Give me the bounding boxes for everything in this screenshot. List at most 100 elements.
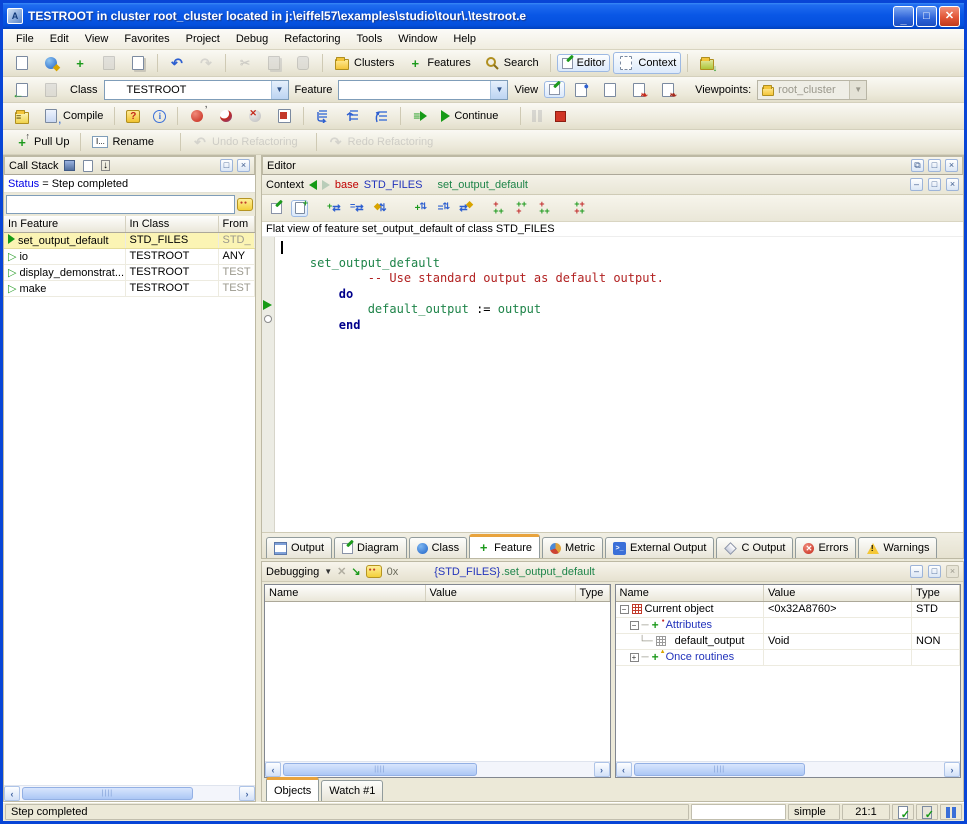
external-editor-button[interactable]: ↓ (694, 52, 720, 74)
object-row-current[interactable]: −Current object <0x32A8760> STD (616, 601, 960, 617)
tab-feature[interactable]: +Feature (469, 534, 540, 558)
view-interface-button[interactable]: ❧ (655, 79, 681, 101)
call-stack-hscrollbar[interactable]: ‹ › (4, 785, 255, 801)
rename-button[interactable]: I...Rename (87, 133, 159, 151)
viewpoints-combobox[interactable]: root_cluster ▼ (757, 80, 867, 100)
expand-icon[interactable]: + (630, 653, 639, 662)
watch-col-type[interactable]: Type (575, 585, 609, 601)
stack-row-current[interactable]: set_output_default STD_FILES STD_ (4, 232, 255, 248)
delete-watch-icon[interactable]: ✕ (337, 565, 346, 578)
tab-diagram[interactable]: Diagram (334, 537, 407, 558)
class-combo-arrow-icon[interactable]: ▼ (271, 81, 288, 99)
maximize-button[interactable]: □ (916, 6, 937, 27)
menu-favorites[interactable]: Favorites (117, 31, 176, 47)
send-to-editor-icon[interactable]: ↓ (99, 158, 113, 174)
save-button[interactable] (96, 52, 122, 74)
basic-text-view-icon[interactable] (268, 200, 285, 217)
show-callers-icon[interactable]: ⇅◆ (374, 200, 391, 217)
feature-combobox[interactable]: ▼ (338, 80, 508, 100)
menu-file[interactable]: File (9, 31, 41, 47)
descendants-icon[interactable]: +++ (513, 200, 530, 217)
pull-up-button[interactable]: +↑Pull Up (9, 131, 74, 153)
disable-breakpoints-button[interactable] (213, 105, 239, 127)
watch-hscrollbar[interactable]: ‹ › (265, 761, 610, 777)
context-toggle-button[interactable]: Context (613, 52, 681, 74)
crumb-feature[interactable]: set_output_default (437, 179, 528, 191)
context-minimize-button[interactable]: – (910, 178, 923, 191)
view-clickable-button[interactable]: ● (568, 79, 594, 101)
add-button[interactable]: + (67, 52, 93, 74)
step-out-button[interactable] (368, 105, 394, 127)
undo-button[interactable]: ↶ (164, 52, 190, 74)
breakpoint-window-button[interactable] (271, 105, 297, 127)
close-button[interactable]: ✕ (939, 6, 960, 27)
editor-toggle-button[interactable]: Editor (557, 54, 611, 72)
melt-button[interactable]: ? (121, 107, 145, 126)
context-forward-icon[interactable] (322, 180, 330, 190)
menu-refactoring[interactable]: Refactoring (277, 31, 347, 47)
call-stack-close-button[interactable]: × (237, 159, 250, 172)
show-callees-icon[interactable]: +⇅ (409, 200, 426, 217)
objects-hscrollbar[interactable]: ‹ › (616, 761, 961, 777)
crumb-base[interactable]: base (335, 179, 359, 191)
clusters-button[interactable]: Clusters (329, 52, 399, 74)
save-all-button[interactable] (125, 52, 151, 74)
show-assigners-icon[interactable]: =⇅ (432, 200, 449, 217)
scroll-right-icon[interactable]: › (239, 786, 255, 801)
editor-close-button[interactable]: × (945, 159, 958, 172)
show-clients-icon[interactable]: ⇄+ (328, 200, 345, 217)
ancestors-icon[interactable]: +++ (490, 200, 507, 217)
menu-tools[interactable]: Tools (350, 31, 390, 47)
tab-external-output[interactable]: >_External Output (605, 537, 714, 558)
menu-view[interactable]: View (78, 31, 116, 47)
menu-edit[interactable]: Edit (43, 31, 76, 47)
pause-button[interactable] (527, 107, 547, 125)
debugging-dropdown-icon[interactable]: ▼ (324, 567, 332, 576)
context-back-icon[interactable] (309, 180, 317, 190)
search-button[interactable]: Search (479, 52, 544, 74)
class-combobox[interactable]: TESTROOT ▼ (104, 80, 289, 100)
attach-icon[interactable]: ↘ (351, 565, 360, 578)
undo-refactoring-button[interactable]: ↶Undo Refactoring (187, 131, 303, 153)
remove-breakpoints-button[interactable]: ✕ (242, 105, 268, 127)
menu-window[interactable]: Window (391, 31, 444, 47)
hex-toggle[interactable]: 0x (387, 566, 399, 578)
save-stack-icon[interactable] (63, 158, 77, 174)
minimize-button[interactable]: _ (893, 6, 914, 27)
tab-errors[interactable]: ✕Errors (795, 537, 856, 558)
watch-col-value[interactable]: Value (425, 585, 575, 601)
menu-help[interactable]: Help (446, 31, 483, 47)
stack-filter-input[interactable] (6, 195, 235, 214)
view-contract-button[interactable]: ❧ (626, 79, 652, 101)
info-button[interactable]: i (148, 107, 171, 126)
feature-combo-arrow-icon[interactable]: ▼ (490, 81, 507, 99)
show-creators-icon[interactable]: ⇄◆ (455, 200, 472, 217)
collapse-icon[interactable]: − (620, 605, 629, 614)
tab-class[interactable]: Class (409, 537, 468, 558)
continue-button[interactable]: Continue (436, 107, 503, 125)
context-maximize-button[interactable]: □ (928, 178, 941, 191)
debugging-close-button[interactable]: × (946, 565, 959, 578)
col-from[interactable]: From (218, 216, 255, 232)
editor-gutter[interactable] (262, 237, 275, 532)
ancestor-tree-icon[interactable]: +++ (536, 200, 553, 217)
stack-row[interactable]: ▷io TESTROOT ANY (4, 248, 255, 264)
watch-rows-empty[interactable] (265, 602, 610, 762)
scroll-left-icon[interactable]: ‹ (616, 762, 632, 777)
debugging-maximize-button[interactable]: □ (928, 565, 941, 578)
editor-undock-button[interactable]: ⧉ (911, 159, 924, 172)
editor-maximize-button[interactable]: □ (928, 159, 941, 172)
new-document-button[interactable] (9, 52, 35, 74)
copy-stack-icon[interactable] (81, 158, 95, 174)
object-row-default-output[interactable]: └─default_output Void NON (616, 633, 960, 649)
history-back-button[interactable]: ← (9, 79, 35, 101)
menu-debug[interactable]: Debug (229, 31, 275, 47)
run-button[interactable]: ≡ (407, 105, 433, 127)
objects-col-value[interactable]: Value (764, 585, 912, 601)
debugging-minimize-button[interactable]: – (910, 565, 923, 578)
scroll-left-icon[interactable]: ‹ (4, 786, 20, 801)
compile-button[interactable]: ,Compile (38, 105, 108, 127)
show-suppliers-icon[interactable]: ⇄= (351, 200, 368, 217)
tab-warnings[interactable]: Warnings (858, 537, 937, 558)
watch-col-name[interactable]: Name (265, 585, 425, 601)
